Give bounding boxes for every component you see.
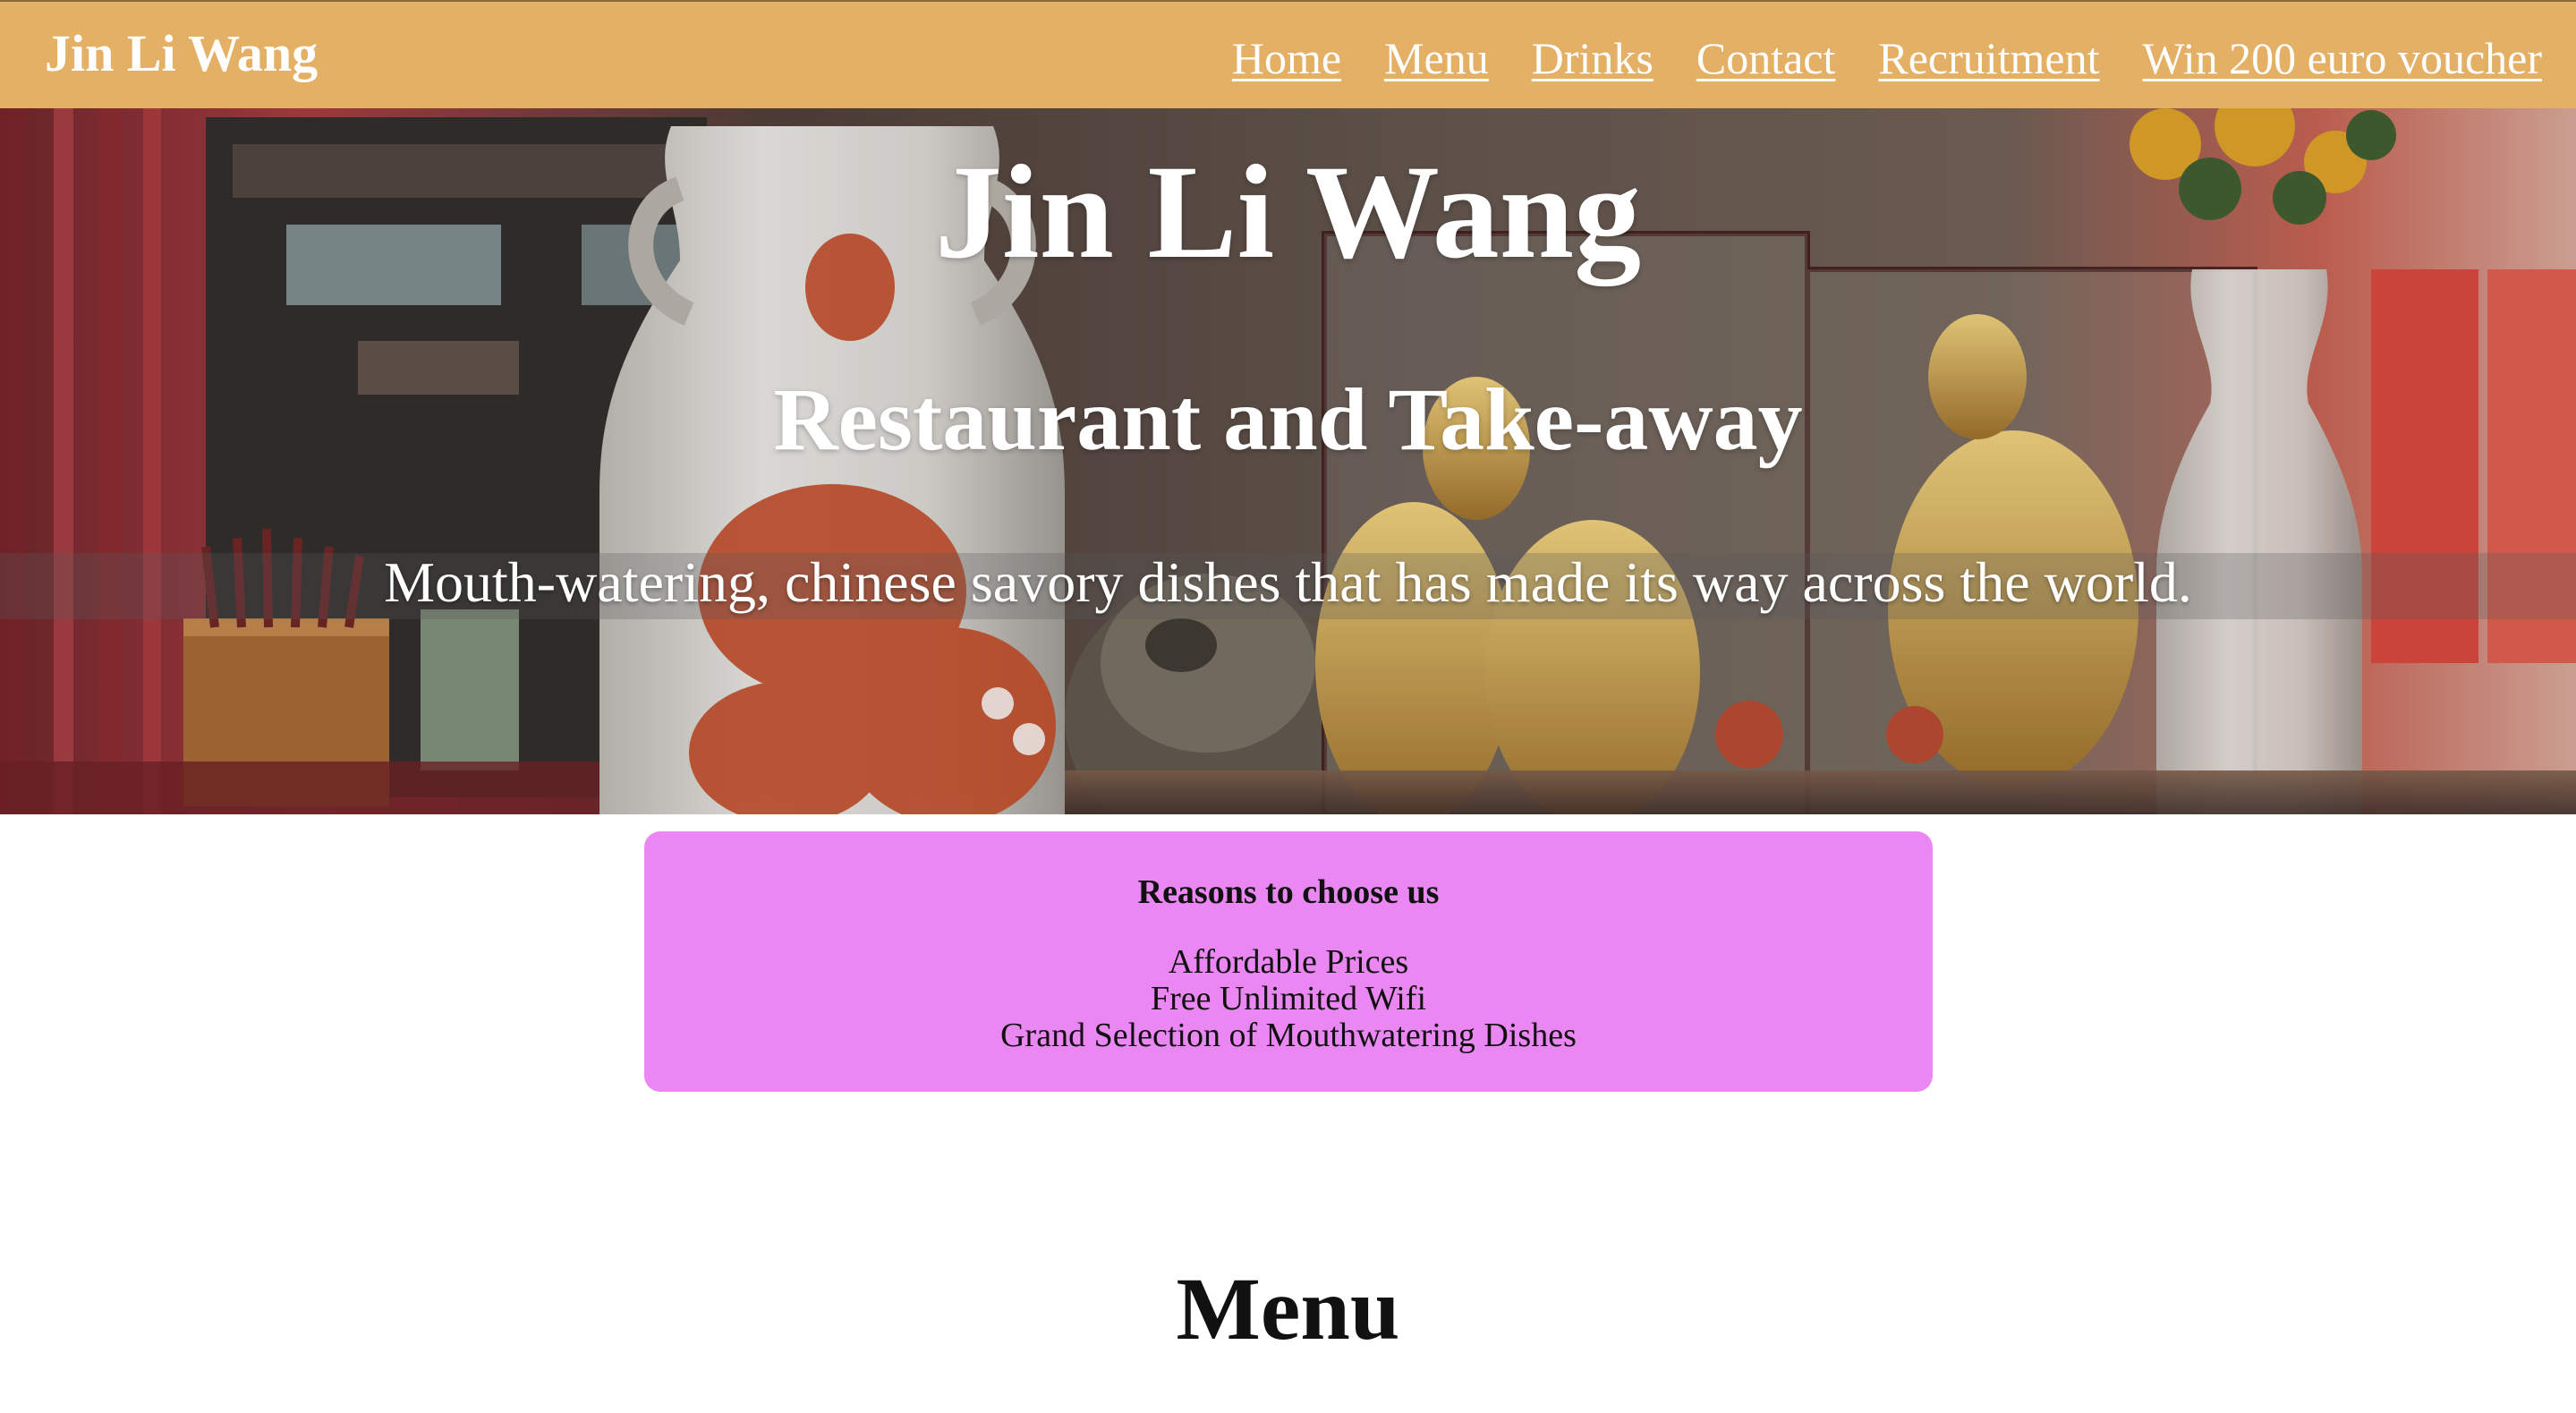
list-item: Grand Selection of Mouthwatering Dishes — [1000, 1017, 1577, 1054]
nav-links: Home Menu Drinks Contact Recruitment Win… — [1232, 32, 2542, 84]
list-item: Free Unlimited Wifi — [1150, 980, 1427, 1017]
nav-link-recruitment[interactable]: Recruitment — [1878, 32, 2099, 84]
reasons-heading: Reasons to choose us — [1137, 873, 1440, 911]
reasons-box: Reasons to choose us Affordable Prices F… — [644, 831, 1933, 1092]
list-item: Affordable Prices — [1168, 943, 1409, 981]
top-navbar: Jin Li Wang Home Menu Drinks Contact Rec… — [0, 0, 2576, 108]
reasons-list: Affordable Prices Free Unlimited Wifi Gr… — [644, 944, 1933, 1054]
hero-title: Jin Li Wang — [934, 138, 1642, 286]
nav-link-drinks[interactable]: Drinks — [1532, 32, 1654, 84]
hero-tagline: Mouth-watering, chinese savory dishes th… — [384, 550, 2192, 614]
nav-link-home[interactable]: Home — [1232, 32, 1341, 84]
brand-logo-text[interactable]: Jin Li Wang — [45, 23, 318, 83]
hero-subtitle: Restaurant and Take-away — [773, 370, 1803, 469]
nav-link-voucher[interactable]: Win 200 euro voucher — [2143, 32, 2542, 84]
hero-banner: Jin Li Wang Restaurant and Take-away Mou… — [0, 108, 2576, 814]
nav-link-menu[interactable]: Menu — [1384, 32, 1489, 84]
nav-link-contact[interactable]: Contact — [1696, 32, 1836, 84]
menu-section-heading: Menu — [1176, 1259, 1400, 1358]
